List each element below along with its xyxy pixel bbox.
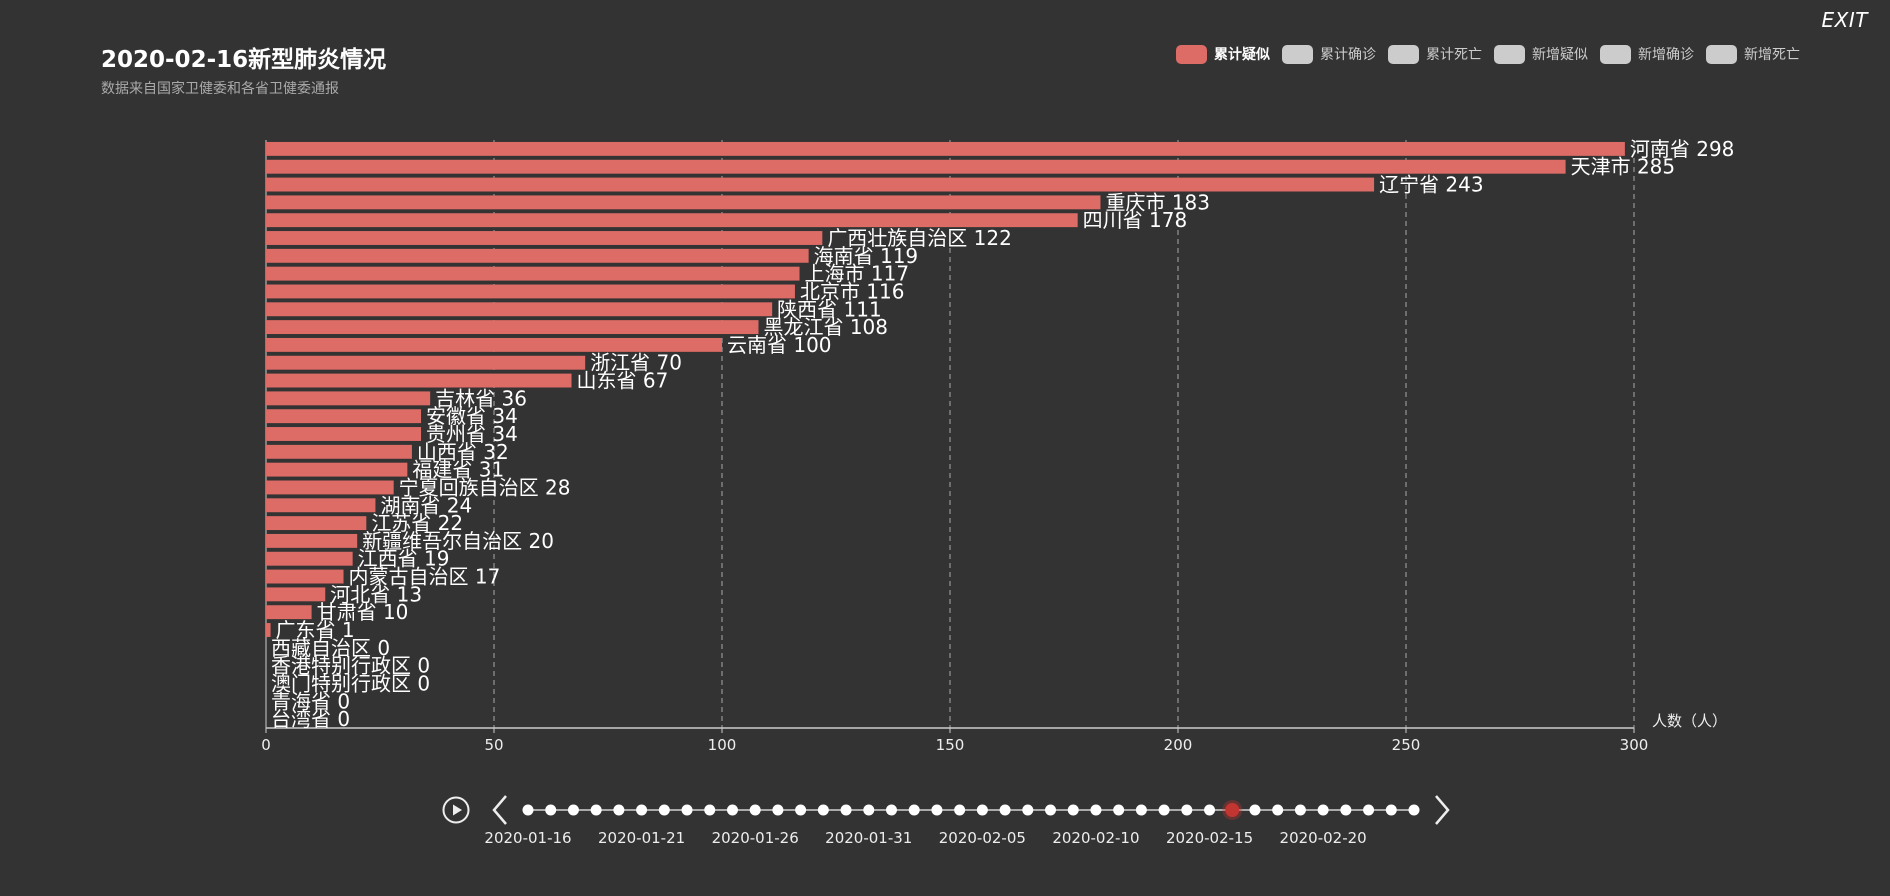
timeline-node[interactable] — [1204, 804, 1216, 816]
bar-label: 天津市 285 — [1571, 155, 1676, 179]
timeline-node[interactable] — [817, 804, 829, 816]
timeline-node[interactable] — [908, 804, 920, 816]
timeline-label: 2020-02-15 — [1166, 829, 1253, 847]
bar — [266, 427, 422, 441]
x-tick-label: 250 — [1392, 736, 1421, 754]
timeline-node[interactable] — [545, 804, 557, 816]
timeline-node[interactable] — [999, 804, 1011, 816]
bar-chart: 0 50 100 150 200 250 300人数（人）河南省 298天津市 285辽宁省… — [261, 137, 1734, 847]
timeline-label: 2020-02-10 — [1052, 829, 1139, 847]
timeline-node[interactable] — [681, 804, 693, 816]
timeline-node[interactable] — [1249, 804, 1261, 816]
timeline-node[interactable] — [1135, 804, 1147, 816]
timeline-node[interactable] — [1272, 804, 1284, 816]
x-tick-label: 150 — [936, 736, 965, 754]
bar — [266, 284, 795, 299]
bar — [266, 391, 431, 406]
bar — [266, 516, 367, 531]
bar — [266, 195, 1101, 210]
timeline-node[interactable] — [840, 804, 852, 816]
timeline-node[interactable] — [522, 804, 534, 816]
timeline-node[interactable] — [1181, 804, 1193, 816]
x-axis-label: 人数（人） — [1652, 712, 1727, 730]
timeline-node[interactable] — [1067, 804, 1079, 816]
timeline-node-active[interactable] — [1225, 803, 1240, 817]
timeline-label: 2020-01-31 — [825, 829, 912, 847]
bar-label: 山东省 67 — [577, 369, 669, 393]
bar-label: 云南省 100 — [727, 333, 832, 357]
timeline-node[interactable] — [885, 804, 897, 816]
x-tick-label: 0 — [261, 736, 271, 754]
timeline-node[interactable] — [931, 804, 943, 816]
x-tick-label: 50 — [484, 736, 503, 754]
timeline-node[interactable] — [567, 804, 579, 816]
bar — [266, 409, 422, 424]
chevron-right-icon[interactable] — [1432, 792, 1452, 828]
timeline-node[interactable] — [658, 804, 670, 816]
timeline-label: 2020-01-16 — [484, 829, 571, 847]
bar — [266, 159, 1566, 174]
timeline-node[interactable] — [704, 804, 716, 816]
bar — [266, 302, 773, 317]
bar — [266, 462, 408, 477]
timeline-label: 2020-02-05 — [939, 829, 1026, 847]
timeline-node[interactable] — [1385, 804, 1397, 816]
bar-label: 辽宁省 243 — [1379, 173, 1484, 197]
bar — [266, 551, 353, 566]
x-tick-label: 200 — [1164, 736, 1193, 754]
timeline-node[interactable] — [590, 804, 602, 816]
timeline-node[interactable] — [1408, 804, 1420, 816]
timeline-node[interactable] — [1294, 804, 1306, 816]
chevron-left-icon[interactable] — [490, 792, 510, 828]
timeline-node[interactable] — [636, 804, 648, 816]
timeline-node[interactable] — [1022, 804, 1034, 816]
bar — [266, 231, 823, 245]
timeline-node[interactable] — [1158, 804, 1170, 816]
timeline-node[interactable] — [1340, 804, 1352, 816]
bar — [266, 355, 586, 370]
bar — [266, 533, 358, 548]
bar — [266, 498, 376, 513]
timeline-node[interactable] — [1045, 804, 1057, 816]
timeline-label: 2020-02-20 — [1280, 829, 1367, 847]
bar — [266, 320, 759, 335]
bar-label: 四川省 178 — [1083, 208, 1188, 232]
timeline-node[interactable] — [749, 804, 761, 816]
timeline-node[interactable] — [863, 804, 875, 816]
timeline-node[interactable] — [795, 804, 807, 816]
bar — [266, 141, 1625, 156]
bar — [266, 444, 412, 459]
timeline-node[interactable] — [1317, 804, 1329, 816]
timeline-node[interactable] — [1090, 804, 1102, 816]
bar-label: 台湾省 0 — [271, 707, 350, 731]
timeline-node[interactable] — [613, 804, 625, 816]
timeline-node[interactable] — [976, 804, 988, 816]
bar — [266, 248, 809, 263]
timeline-node[interactable] — [1113, 804, 1125, 816]
bar — [266, 480, 394, 495]
timeline-label: 2020-01-26 — [712, 829, 799, 847]
play-icon[interactable] — [441, 795, 471, 825]
bar — [266, 623, 271, 637]
bar — [266, 266, 800, 281]
timeline-node[interactable] — [1363, 804, 1375, 816]
timeline-label: 2020-01-21 — [598, 829, 685, 847]
timeline-node[interactable] — [726, 804, 738, 816]
x-tick-label: 300 — [1620, 736, 1649, 754]
timeline-node[interactable] — [954, 804, 966, 816]
x-tick-label: 100 — [708, 736, 737, 754]
timeline-node[interactable] — [772, 804, 784, 816]
